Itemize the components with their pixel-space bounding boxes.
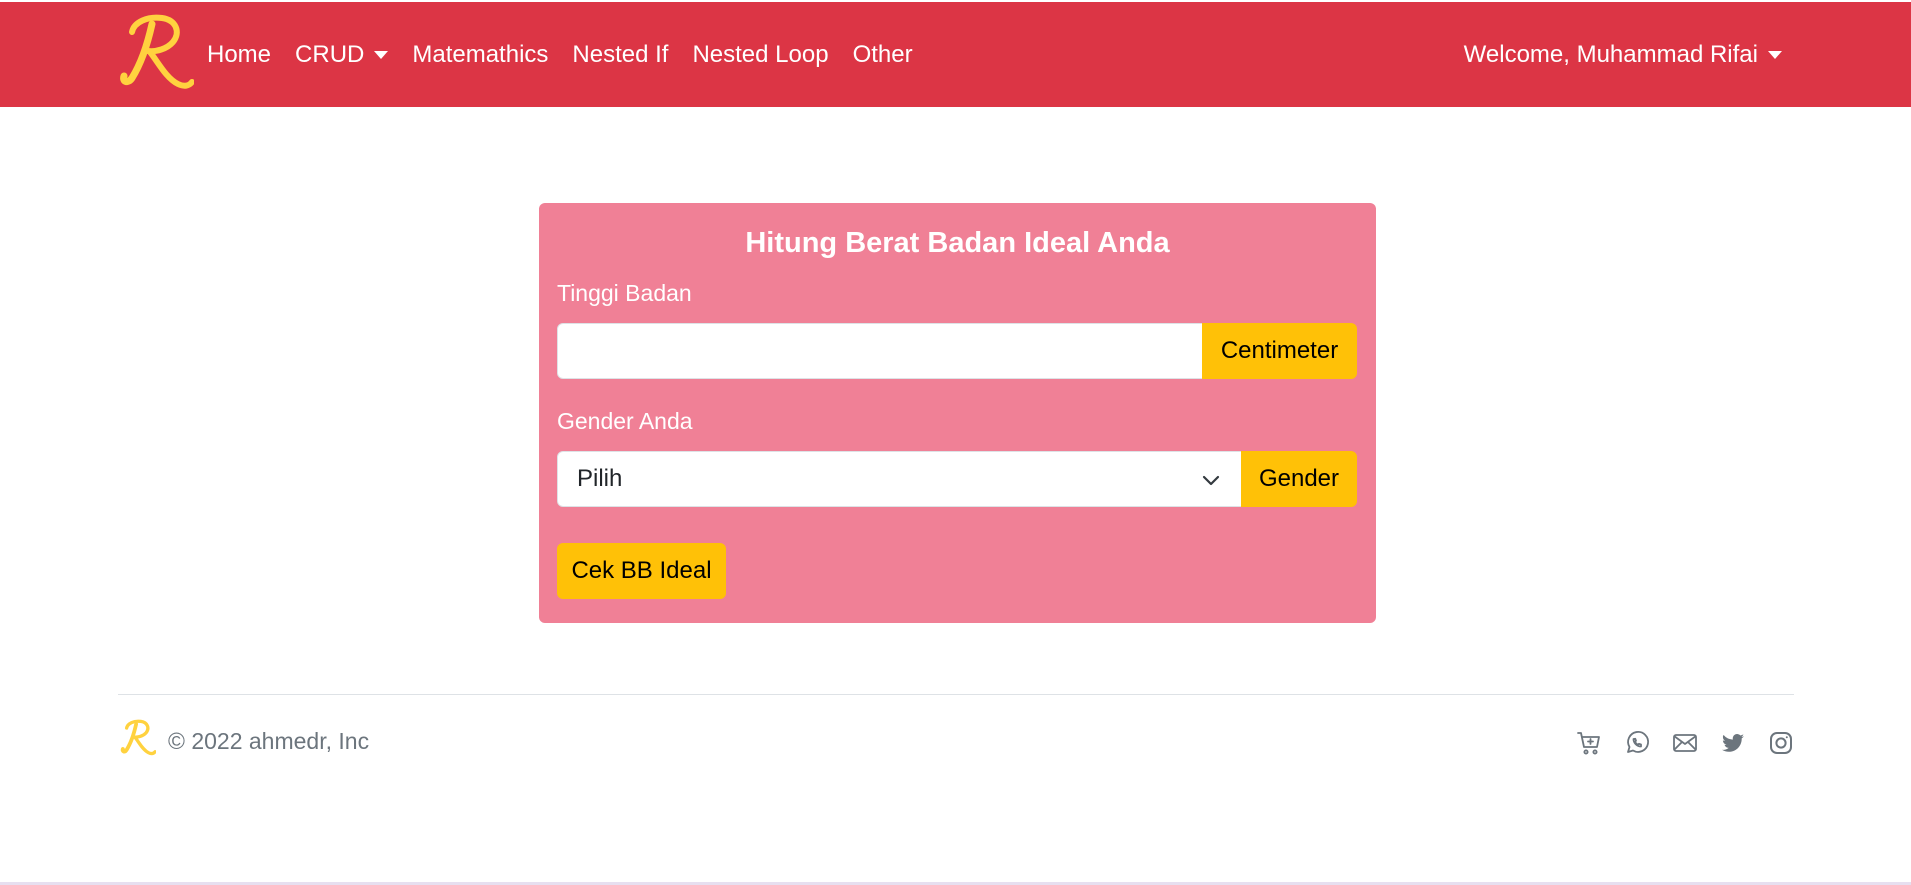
caret-down-icon (374, 50, 389, 59)
cart-plus-icon[interactable] (1576, 730, 1602, 756)
envelope-icon[interactable] (1672, 730, 1698, 756)
footer-copyright: © 2022 ahmedr, Inc (168, 728, 370, 754)
whatsapp-icon[interactable] (1624, 730, 1650, 756)
nav-nested-loop[interactable]: Nested Loop (692, 41, 828, 69)
nav-nested-loop-label: Nested Loop (692, 40, 829, 68)
gender-label: Gender Anda (557, 408, 693, 434)
nav-home[interactable]: Home (207, 41, 271, 69)
cek-bb-ideal-button[interactable]: Cek BB Ideal (557, 543, 726, 599)
nav-matemathics[interactable]: Matemathics (412, 41, 548, 69)
gender-addon: Gender (1241, 451, 1357, 507)
brand-logo[interactable] (118, 12, 194, 94)
nav-crud-dropdown[interactable]: CRUD (295, 40, 389, 69)
chevron-down-icon (1202, 475, 1220, 486)
top-navbar: Home CRUD Matemathics Nested If Nested L… (0, 2, 1911, 107)
card-title: Hitung Berat Badan Ideal Anda (745, 227, 1170, 259)
nav-home-label: Home (207, 40, 272, 68)
nav-other[interactable]: Other (853, 41, 913, 69)
height-input[interactable] (557, 323, 1203, 379)
user-menu-dropdown[interactable]: Welcome, Muhammad Rifai (1464, 2, 1782, 107)
footer-divider (118, 694, 1794, 695)
gender-select[interactable]: Pilih (557, 451, 1242, 507)
height-label: Tinggi Badan (557, 280, 692, 306)
twitter-icon[interactable] (1720, 730, 1746, 756)
nav-matemathics-label: Matemathics (412, 40, 549, 68)
nav-links: Home CRUD Matemathics Nested If Nested L… (207, 2, 937, 107)
nav-nested-if-label: Nested If (572, 40, 669, 68)
footer-logo[interactable] (120, 718, 156, 758)
user-menu-label: Welcome, Muhammad Rifai (1463, 40, 1758, 68)
nav-other-label: Other (852, 40, 913, 68)
instagram-icon[interactable] (1768, 730, 1794, 756)
nav-nested-if[interactable]: Nested If (572, 41, 668, 69)
caret-down-icon (1768, 50, 1782, 59)
centimeter-addon: Centimeter (1202, 323, 1357, 379)
social-links (1554, 730, 1794, 756)
nav-crud-label: CRUD (295, 40, 365, 68)
gender-selected-value: Pilih (577, 465, 623, 492)
